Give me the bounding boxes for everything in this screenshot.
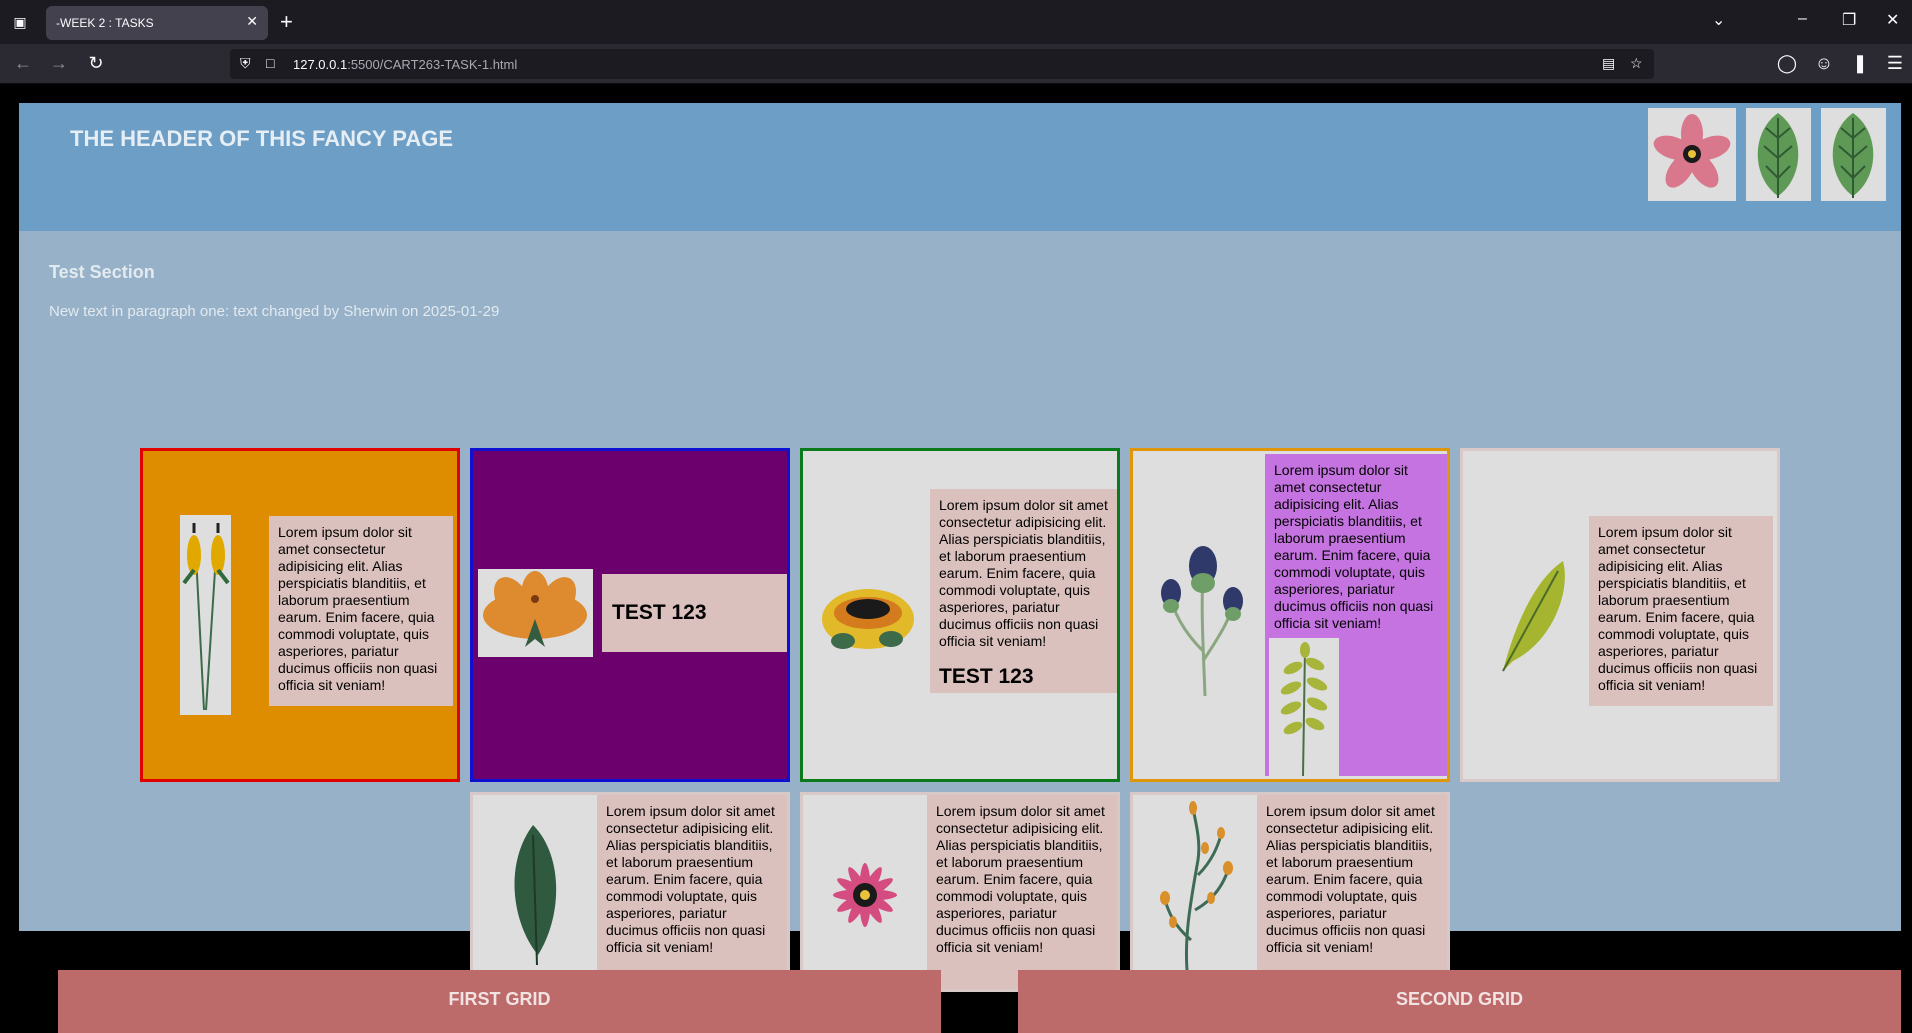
lorem-text: Lorem ipsum dolor sit amet consectetur a… bbox=[269, 516, 453, 706]
chevron-down-icon[interactable]: ⌄ bbox=[1712, 10, 1725, 30]
grid-card: Lorem ipsum dolor sit amet consectetur a… bbox=[1130, 448, 1450, 782]
grid-card: TEST 123 bbox=[470, 448, 790, 782]
grid-card: Lorem ipsum dolor sit amet consectetur a… bbox=[470, 792, 790, 992]
green-leaf-image bbox=[1483, 551, 1573, 681]
lorem-text: Lorem ipsum dolor sit amet consectetur a… bbox=[927, 795, 1117, 989]
tab-title: -WEEK 2 : TASKS bbox=[56, 16, 154, 30]
menu-icon[interactable]: ☰ bbox=[1884, 52, 1906, 74]
minimize-icon[interactable]: – bbox=[1798, 10, 1807, 28]
cattail-plant-image bbox=[180, 515, 231, 715]
branch-plant-image bbox=[1143, 800, 1253, 985]
purple-text-box: Lorem ipsum dolor sit amet consectetur a… bbox=[1265, 454, 1447, 778]
page-header: THE HEADER OF THIS FANCY PAGE bbox=[19, 103, 1901, 231]
grid-card: Lorem ipsum dolor sit amet consectetur a… bbox=[800, 792, 1120, 992]
reload-icon[interactable]: ↻ bbox=[85, 52, 107, 74]
orange-flower-image bbox=[478, 569, 593, 657]
pink-daisy-image bbox=[808, 815, 923, 975]
forward-icon[interactable]: → bbox=[48, 52, 70, 74]
first-grid-button[interactable]: FIRST GRID bbox=[58, 970, 941, 1033]
tab-list-icon[interactable]: ▣ bbox=[10, 12, 30, 32]
page-icon[interactable]: □ bbox=[266, 55, 274, 71]
browser-tab[interactable]: -WEEK 2 : TASKS ✕ bbox=[46, 6, 268, 40]
extensions-icon[interactable]: ❚ bbox=[1849, 52, 1871, 74]
restore-icon[interactable]: ❐ bbox=[1842, 10, 1856, 30]
grid-card: Lorem ipsum dolor sit amet consectetur a… bbox=[1130, 792, 1450, 992]
plus-icon[interactable]: + bbox=[280, 9, 293, 35]
grid-card: Lorem ipsum dolor sit amet consectetur a… bbox=[140, 448, 460, 782]
test-section: Test Section New text in paragraph one: … bbox=[19, 231, 1901, 992]
bookmark-star-icon[interactable]: ☆ bbox=[1630, 55, 1643, 72]
pocket-icon[interactable]: ◯ bbox=[1776, 52, 1798, 74]
grid-card: Lorem ipsum dolor sit amet consectetur a… bbox=[1460, 448, 1780, 782]
lorem-text: Lorem ipsum dolor sit amet consectetur a… bbox=[939, 497, 1108, 649]
browser-nav-bar: ← → ↻ ⛨ □ 127.0.0.1:5500/CART263-TASK-1.… bbox=[0, 44, 1912, 84]
reader-icon[interactable]: ▤ bbox=[1602, 55, 1615, 72]
account-icon[interactable]: ☺ bbox=[1813, 52, 1835, 74]
pink-flower-image bbox=[1648, 108, 1736, 201]
leaf-image bbox=[1821, 108, 1886, 201]
section-paragraph: New text in paragraph one: text changed … bbox=[49, 303, 500, 320]
test-label: TEST 123 bbox=[602, 574, 787, 652]
lorem-text: Lorem ipsum dolor sit amet consectetur a… bbox=[597, 795, 787, 989]
close-icon[interactable]: ✕ bbox=[246, 13, 258, 30]
section-title: Test Section bbox=[49, 262, 155, 282]
lorem-text: Lorem ipsum dolor sit amet consectetur a… bbox=[1257, 795, 1447, 989]
page-viewport: THE HEADER OF THIS FANCY PAGE Test Secti… bbox=[0, 85, 1912, 1033]
back-icon[interactable]: ← bbox=[12, 52, 34, 74]
browser-tab-bar: ▣ -WEEK 2 : TASKS ✕ + ⌄ – ❐ ✕ bbox=[0, 0, 1912, 44]
url-bar[interactable]: ⛨ □ 127.0.0.1:5500/CART263-TASK-1.html ▤… bbox=[230, 49, 1654, 79]
grid-card: Lorem ipsum dolor sit amet consectetur a… bbox=[800, 448, 1120, 782]
yellow-flower-image bbox=[813, 561, 923, 671]
url-text[interactable]: 127.0.0.1:5500/CART263-TASK-1.html bbox=[293, 57, 517, 72]
lorem-text: Lorem ipsum dolor sit amet consectetur a… bbox=[1274, 462, 1434, 631]
dark-leaf-image bbox=[483, 815, 583, 975]
test-label: TEST 123 bbox=[939, 665, 1034, 688]
lorem-text-box: Lorem ipsum dolor sit amet consectetur a… bbox=[930, 489, 1117, 693]
shield-icon[interactable]: ⛨ bbox=[240, 55, 251, 72]
lorem-text: Lorem ipsum dolor sit amet consectetur a… bbox=[1589, 516, 1773, 706]
second-grid-button[interactable]: SECOND GRID bbox=[1018, 970, 1901, 1033]
window-close-icon[interactable]: ✕ bbox=[1886, 10, 1899, 30]
thistle-plant-image bbox=[1143, 521, 1263, 701]
page-title: THE HEADER OF THIS FANCY PAGE bbox=[70, 126, 454, 151]
fern-image bbox=[1269, 638, 1339, 778]
leaf-image bbox=[1746, 108, 1811, 201]
